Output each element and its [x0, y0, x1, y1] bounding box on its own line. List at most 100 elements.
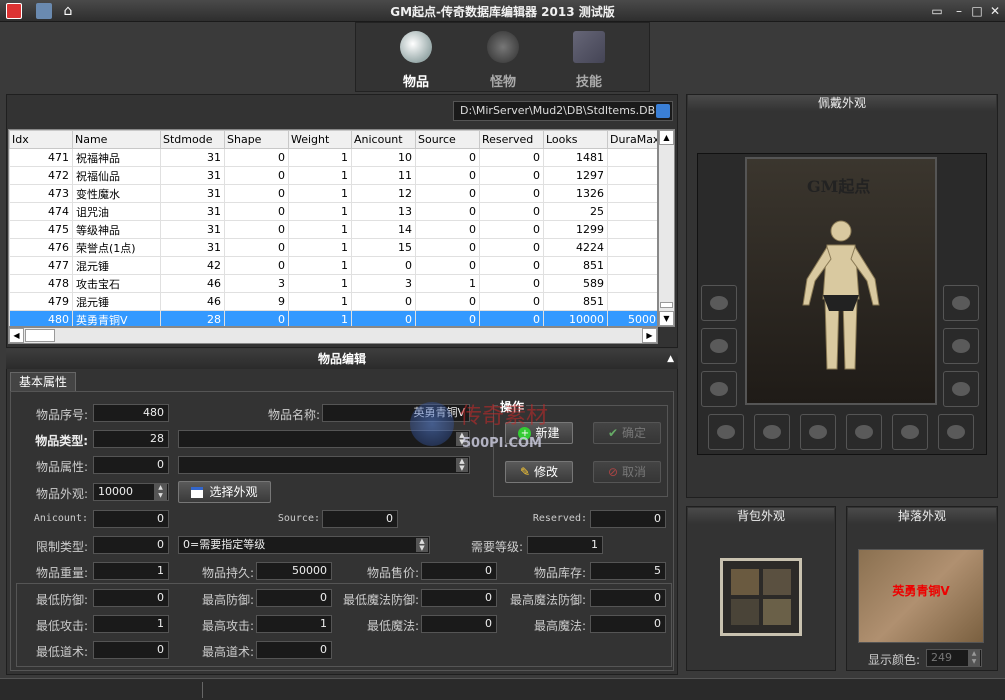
- limit-type-select[interactable]: 0=需要指定等级 ▲ ▼: [178, 536, 430, 554]
- equip-slot-right-2[interactable]: [943, 328, 979, 364]
- column-header[interactable]: Looks: [543, 130, 608, 149]
- close-button[interactable]: ✕: [986, 2, 1004, 20]
- items-table[interactable]: Idx Name Stdmode Shape Weight Anicount Source R…: [8, 129, 658, 327]
- top-nav: 物品 怪物 技能: [355, 22, 650, 92]
- table-row[interactable]: 476 荣誉点(1点) 31 0 1 15 0 0 4224: [9, 238, 657, 257]
- max-mdef-field[interactable]: 0: [590, 589, 666, 607]
- max-mdef-label: 最高魔法防御:: [509, 593, 586, 607]
- table-cell: 0: [479, 256, 544, 275]
- anicount-field[interactable]: 0: [93, 510, 169, 528]
- column-header[interactable]: Name: [72, 130, 161, 149]
- table-row[interactable]: 478 攻击宝石 46 3 1 3 1 0 589: [9, 274, 657, 293]
- column-header[interactable]: Anicount: [351, 130, 416, 149]
- equip-slot-left-1[interactable]: [701, 285, 737, 321]
- table-cell: 471: [9, 148, 73, 167]
- max-def-field[interactable]: 0: [256, 589, 332, 607]
- equip-slot-bottom-3[interactable]: [800, 414, 836, 450]
- equip-slot-right-1[interactable]: [943, 285, 979, 321]
- stock-field[interactable]: 5: [590, 562, 666, 580]
- item-name-field[interactable]: 英勇青铜Ⅴ: [322, 404, 470, 422]
- item-type-select[interactable]: ▲ ▼: [178, 430, 470, 448]
- table-row[interactable]: 472 祝福仙品 31 0 1 11 0 0 1297: [9, 166, 657, 185]
- limit-type-field[interactable]: 0: [93, 536, 169, 554]
- min-mdef-field[interactable]: 0: [421, 589, 497, 607]
- limit-type-arrow-icon[interactable]: ▲ ▼: [416, 538, 428, 552]
- scroll-up-button[interactable]: ▲: [659, 130, 674, 145]
- max-mag-field[interactable]: 0: [590, 615, 666, 633]
- choose-look-button[interactable]: 选择外观: [178, 481, 271, 503]
- cancel-button[interactable]: ⊘ 取消: [593, 461, 661, 483]
- table-cell: 12: [351, 184, 416, 203]
- confirm-button[interactable]: ✔ 确定: [593, 422, 661, 444]
- equip-slot-bottom-1[interactable]: [708, 414, 744, 450]
- menu-icon[interactable]: ▭: [928, 2, 946, 20]
- table-row[interactable]: 479 混元锤 46 9 1 0 0 0 851: [9, 292, 657, 311]
- minimize-button[interactable]: –: [950, 2, 968, 20]
- equip-slot-bottom-5[interactable]: [892, 414, 928, 450]
- max-tao-field[interactable]: 0: [256, 641, 332, 659]
- item-attr-select[interactable]: ▲ ▼: [178, 456, 470, 474]
- collapse-icon[interactable]: ▲: [667, 349, 674, 369]
- nav-items[interactable]: 物品: [386, 31, 446, 90]
- maximize-button[interactable]: □: [968, 2, 986, 20]
- operations-group: [493, 405, 668, 497]
- item-look-spinner-icon[interactable]: ▲ ▼: [154, 484, 167, 500]
- min-def-field[interactable]: 0: [93, 589, 169, 607]
- column-header[interactable]: Reserved: [479, 130, 544, 149]
- item-attr-arrow-icon[interactable]: ▲ ▼: [456, 458, 468, 472]
- reserved-field[interactable]: 0: [590, 510, 666, 528]
- vertical-scrollbar[interactable]: ▲ ▼: [658, 129, 675, 327]
- column-header[interactable]: DuraMax: [607, 130, 657, 149]
- column-header[interactable]: Stdmode: [160, 130, 225, 149]
- new-button[interactable]: + 新建: [505, 422, 573, 444]
- equip-slot-bottom-6[interactable]: [938, 414, 974, 450]
- min-tao-field[interactable]: 0: [93, 641, 169, 659]
- item-type-field[interactable]: 28: [93, 430, 169, 448]
- table-row[interactable]: 471 祝福神品 31 0 1 10 0 0 1481: [9, 148, 657, 167]
- min-atk-field[interactable]: 1: [93, 615, 169, 633]
- table-row[interactable]: 475 等级神品 31 0 1 14 0 0 1299: [9, 220, 657, 239]
- equip-slot-bottom-4[interactable]: [846, 414, 882, 450]
- tab-basic-attributes[interactable]: 基本属性: [10, 372, 76, 392]
- display-color-spinner-icon[interactable]: ▲ ▼: [968, 650, 980, 666]
- equip-slot-right-3[interactable]: [943, 371, 979, 407]
- column-header[interactable]: Shape: [224, 130, 289, 149]
- equip-slot-left-2[interactable]: [701, 328, 737, 364]
- db-path-field[interactable]: D:\MirServer\Mud2\DB\StdItems.DB: [453, 101, 673, 121]
- scroll-thumb[interactable]: [660, 302, 673, 308]
- table-cell: 28: [160, 310, 225, 326]
- table-row[interactable]: 473 变性魔水 31 0 1 12 0 0 1326: [9, 184, 657, 203]
- nav-monsters[interactable]: 怪物: [473, 31, 533, 90]
- price-field[interactable]: 0: [421, 562, 497, 580]
- need-level-field[interactable]: 1: [527, 536, 603, 554]
- column-header[interactable]: Idx: [9, 130, 73, 149]
- source-field[interactable]: 0: [322, 510, 398, 528]
- scroll-right-button[interactable]: ▶: [642, 328, 657, 343]
- item-no-field[interactable]: 480: [93, 404, 169, 422]
- browse-icon[interactable]: [656, 104, 670, 118]
- scroll-left-button[interactable]: ◀: [9, 328, 24, 343]
- column-header[interactable]: Weight: [288, 130, 352, 149]
- column-header[interactable]: Source: [415, 130, 480, 149]
- table-row[interactable]: 477 混元锤 42 0 1 0 0 0 851: [9, 256, 657, 275]
- dura-field[interactable]: 50000: [256, 562, 332, 580]
- table-cell: 1: [288, 148, 352, 167]
- min-mag-field[interactable]: 0: [421, 615, 497, 633]
- max-atk-field[interactable]: 1: [256, 615, 332, 633]
- equip-slot-left-3[interactable]: [701, 371, 737, 407]
- equip-slot-bottom-2[interactable]: [754, 414, 790, 450]
- table-cell: 0: [479, 220, 544, 239]
- table-row[interactable]: 474 诅咒油 31 0 1 13 0 0 25: [9, 202, 657, 221]
- table-cell: 0: [224, 148, 289, 167]
- table-cell: 0: [479, 166, 544, 185]
- modify-button[interactable]: ✎ 修改: [505, 461, 573, 483]
- weight-field[interactable]: 1: [93, 562, 169, 580]
- horizontal-scrollbar[interactable]: ◀ ▶: [8, 327, 658, 344]
- item-attr-field[interactable]: 0: [93, 456, 169, 474]
- nav-skills[interactable]: 技能: [559, 31, 619, 90]
- hscroll-thumb[interactable]: [25, 329, 55, 342]
- scroll-down-button[interactable]: ▼: [659, 311, 674, 326]
- item-type-arrow-icon[interactable]: ▲ ▼: [456, 432, 468, 446]
- table-row[interactable]: 480 英勇青铜Ⅴ 28 0 1 0 0 0 10000 5000: [9, 310, 657, 326]
- max-atk-label: 最高攻击:: [201, 619, 254, 633]
